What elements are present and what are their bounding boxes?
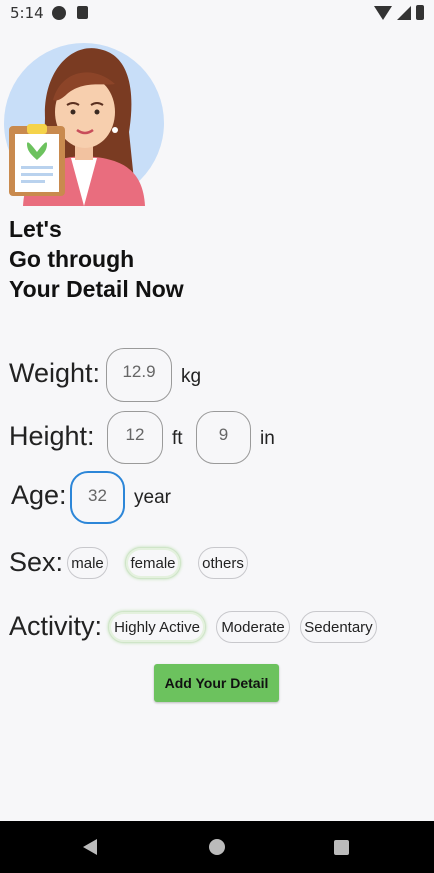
- activity-label: Activity:: [9, 611, 103, 641]
- home-icon[interactable]: [209, 839, 225, 855]
- status-bar: 5:14: [0, 0, 434, 26]
- page-title: Let's Go through Your Detail Now: [9, 214, 184, 304]
- sex-option-female[interactable]: female: [125, 547, 181, 579]
- activity-option-moderate[interactable]: Moderate: [216, 611, 290, 643]
- height-inches-unit: in: [260, 428, 275, 449]
- recent-apps-icon[interactable]: [334, 840, 349, 855]
- title-line-3: Your Detail Now: [9, 276, 184, 302]
- sex-option-others[interactable]: others: [198, 547, 248, 579]
- back-icon[interactable]: [83, 839, 97, 855]
- age-unit: year: [134, 487, 171, 508]
- height-feet-unit: ft: [172, 428, 183, 449]
- weight-unit: kg: [181, 366, 202, 387]
- height-feet-input[interactable]: 12: [107, 411, 163, 464]
- navigation-bar: [0, 821, 434, 873]
- sd-card-icon: [77, 6, 88, 19]
- signal-icon: [397, 5, 411, 20]
- height-inches-input[interactable]: 9: [196, 411, 251, 464]
- add-detail-button[interactable]: Add Your Detail: [154, 664, 279, 702]
- weight-label: Weight:: [9, 358, 101, 388]
- battery-icon: [416, 5, 424, 20]
- sex-option-male[interactable]: male: [67, 547, 108, 579]
- activity-option-highly-active[interactable]: Highly Active: [108, 611, 206, 643]
- title-line-2: Go through: [9, 246, 135, 272]
- notification-icon: [52, 6, 66, 20]
- height-label: Height:: [9, 421, 95, 451]
- weight-input[interactable]: 12.9: [106, 348, 172, 402]
- status-time: 5:14: [10, 4, 44, 22]
- status-icons: [374, 5, 424, 20]
- age-input[interactable]: 32: [70, 471, 125, 524]
- activity-option-sedentary[interactable]: Sedentary: [300, 611, 377, 643]
- doctor-avatar: [4, 43, 164, 206]
- age-label: Age:: [11, 480, 67, 510]
- title-line-1: Let's: [9, 216, 62, 242]
- wifi-icon: [374, 5, 392, 20]
- sex-label: Sex:: [9, 547, 64, 577]
